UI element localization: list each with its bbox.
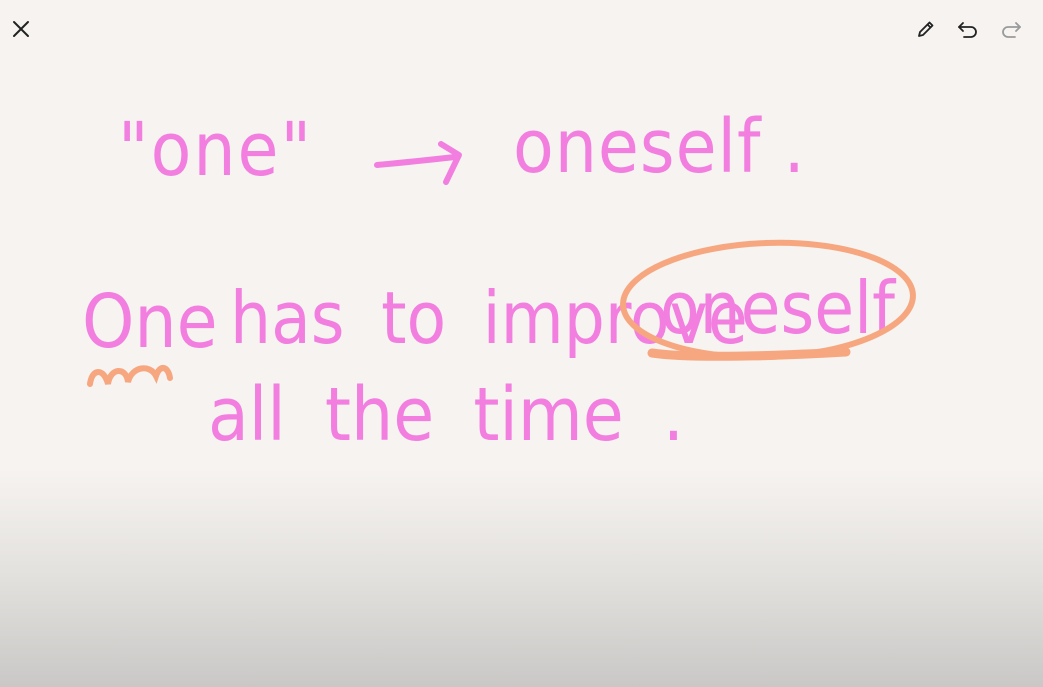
note-word-oneself-circled: oneself <box>660 266 897 350</box>
note-line3: all the time . <box>208 372 684 458</box>
note-word-one: One <box>82 279 218 365</box>
arrow-right-icon <box>374 141 462 185</box>
squiggle-underline <box>87 365 173 387</box>
note-line1-right: oneself . <box>513 104 806 190</box>
drawing-canvas[interactable]: "one" oneself . One has to improve onese… <box>0 0 1043 687</box>
note-line1-left: "one" <box>118 107 313 193</box>
